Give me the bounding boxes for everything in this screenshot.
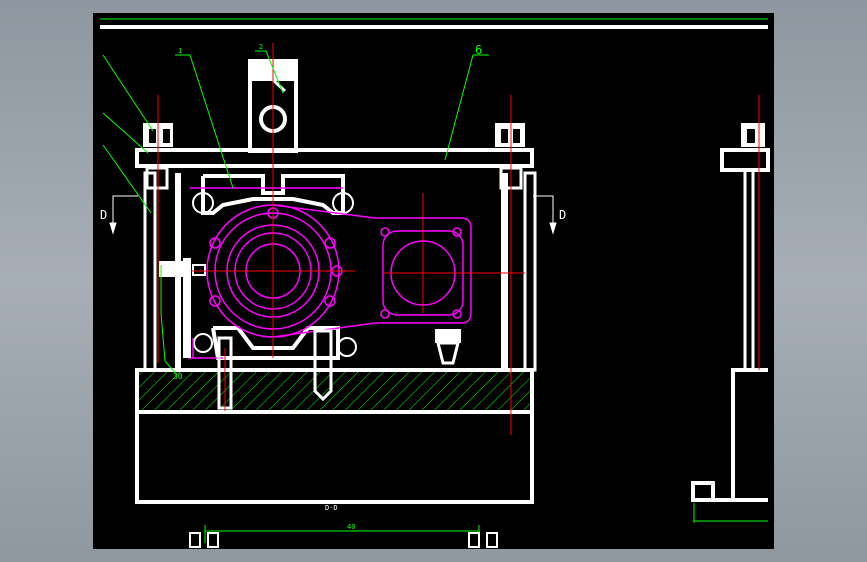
left-rod: 30 <box>159 258 206 381</box>
svg-text:30: 30 <box>173 372 183 381</box>
drawing-sheet: 30 D D 1 2 6 D-D 40 <box>93 13 774 549</box>
section-marker-left: D <box>100 195 138 235</box>
top-border-lines <box>100 18 768 29</box>
base-bolt-right <box>435 329 461 365</box>
leader-label-6: 6 <box>475 43 482 57</box>
base-block <box>135 368 534 504</box>
right-column <box>501 171 537 372</box>
dimension-text: 40 <box>347 523 355 531</box>
section-title: D-D <box>325 504 338 512</box>
top-crossbar <box>135 148 534 168</box>
right-top-bolt <box>495 123 525 190</box>
leader-label-1: 1 <box>178 47 182 55</box>
section-letter-left: D <box>100 208 107 222</box>
side-view <box>691 95 770 523</box>
leader-label-2: 2 <box>259 43 263 51</box>
bottom-dimension: 40 <box>189 523 498 548</box>
section-marker-right: D <box>533 195 566 235</box>
cad-drawing-canvas: 30 D D 1 2 6 D-D 40 <box>100 18 770 548</box>
section-letter-right: D <box>559 208 566 222</box>
